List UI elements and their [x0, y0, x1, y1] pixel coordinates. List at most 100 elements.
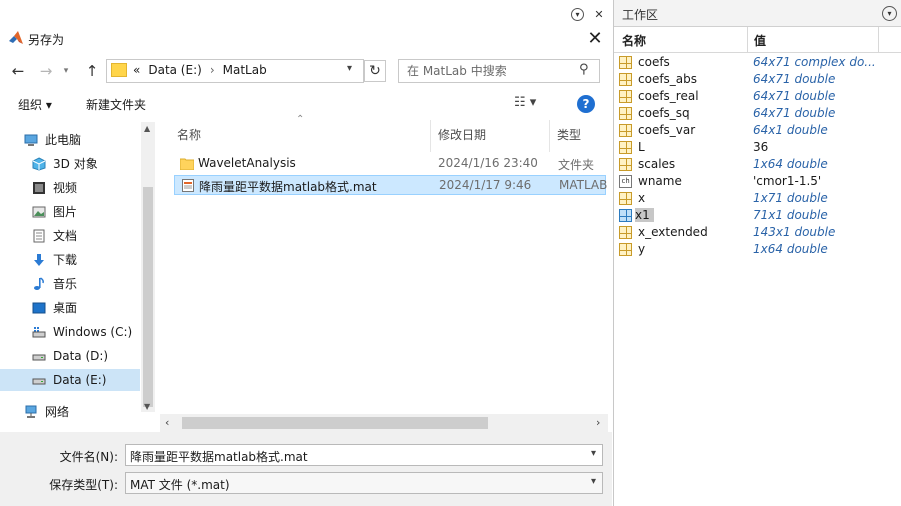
search-box[interactable]: ⚲ — [398, 59, 600, 83]
nav-item-network[interactable]: 网络 — [0, 401, 140, 423]
navigation-bar: ← → ▾ ↑ « Data (E:) › MatLab ▾ ↻ ⚲ — [0, 56, 612, 86]
variable-name: L — [638, 140, 645, 154]
nav-item-drive-d[interactable]: Data (D:) — [0, 345, 140, 367]
variable-name: x_extended — [638, 225, 708, 239]
nav-item-3d-objects[interactable]: 3D 对象 — [0, 153, 140, 175]
variable-value: 1x64 double — [753, 242, 828, 256]
nav-scrollbar-thumb[interactable] — [143, 187, 153, 407]
organize-button[interactable]: 组织 ▾ — [18, 96, 52, 113]
column-header-value[interactable]: 值 — [754, 32, 766, 49]
filetype-select[interactable]: MAT 文件 (*.mat) ▾ — [125, 472, 603, 494]
nav-item-documents[interactable]: 文档 — [0, 225, 140, 247]
nav-item-pictures[interactable]: 图片 — [0, 201, 140, 223]
variable-row-coefs[interactable]: coefs 64x71 complex do... — [614, 54, 901, 71]
breadcrumb-drive[interactable]: Data (E:) — [148, 63, 201, 77]
horizontal-scrollbar-thumb[interactable] — [182, 417, 488, 429]
variable-row-y[interactable]: y 1x64 double — [614, 241, 901, 258]
column-header-name[interactable]: 名称 — [622, 32, 646, 49]
variable-row-coefs-sq[interactable]: coefs_sq 64x71 double — [614, 105, 901, 122]
nav-item-downloads[interactable]: 下载 — [0, 249, 140, 271]
forward-arrow-icon[interactable]: → — [36, 62, 56, 80]
variable-value: 64x1 double — [753, 123, 828, 137]
workspace-header: 工作区 ▾ — [614, 0, 901, 27]
variable-row-x[interactable]: x 1x71 double — [614, 190, 901, 207]
up-arrow-icon[interactable]: ↑ — [82, 62, 102, 80]
column-header-name[interactable]: 名称 — [177, 126, 201, 143]
variable-row-l[interactable]: L 36 — [614, 139, 901, 156]
editor-top-strip: ▾ ✕ — [0, 0, 612, 26]
variable-value: 'cmor1-1.5' — [753, 174, 822, 188]
nav-item-label: 桌面 — [53, 301, 78, 315]
column-header-date[interactable]: 修改日期 — [438, 126, 486, 143]
dialog-title: 另存为 — [28, 33, 65, 47]
column-divider[interactable] — [878, 27, 879, 52]
variable-row-coefs-var[interactable]: coefs_var 64x1 double — [614, 122, 901, 139]
column-header-type[interactable]: 类型 — [557, 126, 581, 143]
variable-row-coefs-real[interactable]: coefs_real 64x71 double — [614, 88, 901, 105]
variable-value: 71x1 double — [753, 208, 828, 222]
column-divider[interactable] — [430, 120, 431, 152]
filetype-value: MAT 文件 (*.mat) — [130, 478, 230, 492]
nav-item-music[interactable]: 音乐 — [0, 273, 140, 295]
variable-row-wname[interactable]: ch wname 'cmor1-1.5' — [614, 173, 901, 190]
matrix-grid-icon — [619, 158, 632, 171]
folder-icon — [180, 158, 194, 170]
nav-item-drive-c[interactable]: Windows (C:) — [0, 321, 140, 343]
matrix-grid-icon — [619, 73, 632, 86]
panel-menu-icon[interactable]: ▾ — [571, 8, 584, 21]
scroll-up-icon[interactable]: ▲ — [144, 124, 150, 133]
nav-item-label: 3D 对象 — [53, 157, 98, 171]
variable-row-x-extended[interactable]: x_extended 143x1 double — [614, 224, 901, 241]
scroll-left-icon[interactable]: ‹ — [165, 414, 169, 432]
help-icon[interactable]: ? — [577, 95, 595, 113]
sort-ascending-icon: ⌃ — [296, 114, 305, 125]
windows-drive-icon — [32, 327, 46, 338]
variable-name: coefs — [638, 55, 670, 69]
refresh-button[interactable]: ↻ — [364, 60, 386, 82]
breadcrumb-separator-icon[interactable]: › — [210, 63, 215, 77]
panel-close-icon[interactable]: ✕ — [592, 8, 606, 22]
filename-input[interactable]: 降雨量距平数据matlab格式.mat ▾ — [125, 444, 603, 466]
address-dropdown-icon[interactable]: ▾ — [347, 63, 352, 74]
variable-row-scales[interactable]: scales 1x64 double — [614, 156, 901, 173]
column-divider[interactable] — [747, 27, 748, 52]
chevron-down-icon[interactable]: ▾ — [591, 476, 596, 487]
file-row-mat[interactable]: 降雨量距平数据matlab格式.mat 2024/1/17 9:46 MATLA… — [174, 175, 608, 195]
nav-item-this-pc[interactable]: 此电脑 — [0, 129, 140, 151]
computer-icon — [24, 134, 38, 146]
chevron-down-icon[interactable]: ▾ — [591, 448, 596, 459]
horizontal-scrollbar[interactable]: ‹ › — [160, 414, 608, 432]
scroll-right-icon[interactable]: › — [596, 414, 600, 432]
download-icon — [34, 254, 44, 266]
new-folder-button[interactable]: 新建文件夹 — [86, 96, 146, 113]
breadcrumb-folder[interactable]: MatLab — [223, 63, 267, 77]
filename-label: 文件名(N): — [59, 450, 118, 464]
variable-name: coefs_real — [638, 89, 699, 103]
view-options-icon[interactable]: ☷ ▾ — [514, 95, 536, 110]
address-bar[interactable]: « Data (E:) › MatLab ▾ — [106, 59, 364, 83]
variable-row-x1[interactable]: x1 71x1 double — [614, 207, 901, 224]
variable-row-coefs-abs[interactable]: coefs_abs 64x71 double — [614, 71, 901, 88]
column-divider[interactable] — [549, 120, 550, 152]
search-icon[interactable]: ⚲ — [579, 62, 589, 77]
mat-file-icon — [182, 179, 194, 192]
close-button[interactable]: ✕ — [580, 26, 610, 52]
workspace-menu-icon[interactable]: ▾ — [882, 6, 897, 21]
nav-item-drive-e[interactable]: Data (E:) — [0, 369, 140, 391]
breadcrumb-overflow[interactable]: « — [133, 63, 140, 77]
folder-icon — [111, 63, 127, 77]
scroll-down-icon[interactable]: ▼ — [144, 402, 150, 411]
file-row-folder[interactable]: WaveletAnalysis 2024/1/16 23:40 文件夹 — [174, 154, 606, 174]
matlab-logo-icon — [9, 31, 23, 44]
filetype-label: 保存类型(T): — [49, 478, 118, 492]
music-icon — [34, 277, 44, 290]
file-type: MATLAB — [559, 178, 608, 192]
variable-name: x1 — [635, 208, 654, 222]
recent-locations-chevron-icon[interactable]: ▾ — [56, 62, 76, 80]
nav-item-videos[interactable]: 视频 — [0, 177, 140, 199]
nav-item-label: 文档 — [53, 229, 78, 243]
variable-name: wname — [638, 174, 682, 188]
back-arrow-icon[interactable]: ← — [8, 62, 28, 80]
search-input[interactable] — [405, 63, 579, 79]
nav-item-desktop[interactable]: 桌面 — [0, 297, 140, 319]
